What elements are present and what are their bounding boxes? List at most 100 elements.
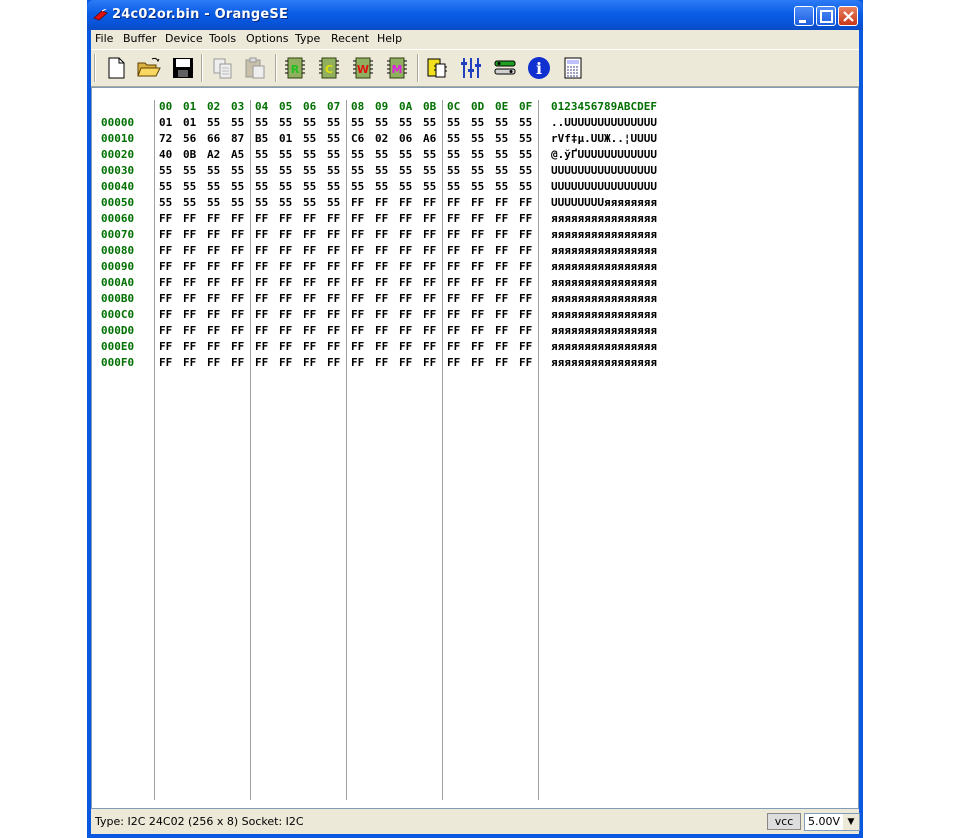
hex-byte-cell[interactable]: FF xyxy=(303,244,316,257)
hex-byte-cell[interactable]: FF xyxy=(255,292,268,305)
hex-byte-cell[interactable]: FF xyxy=(183,292,196,305)
hex-byte-cell[interactable]: 06 xyxy=(399,132,412,145)
hex-byte-cell[interactable]: FF xyxy=(255,276,268,289)
hex-byte-cell[interactable]: 55 xyxy=(159,196,172,209)
hex-byte-cell[interactable]: 55 xyxy=(207,196,220,209)
hex-byte-cell[interactable]: B5 xyxy=(255,132,268,145)
hex-byte-cell[interactable]: FF xyxy=(159,340,172,353)
hex-byte-cell[interactable]: FF xyxy=(423,196,436,209)
chevron-down-icon[interactable]: ▼ xyxy=(843,814,859,830)
hex-byte-cell[interactable]: FF xyxy=(519,308,532,321)
hex-byte-cell[interactable]: 01 xyxy=(183,116,196,129)
hex-byte-cell[interactable]: 55 xyxy=(399,116,412,129)
hex-byte-cell[interactable]: 55 xyxy=(207,164,220,177)
menu-device[interactable]: Device xyxy=(165,32,203,45)
hex-byte-cell[interactable]: 55 xyxy=(375,116,388,129)
hex-byte-cell[interactable]: FF xyxy=(159,308,172,321)
hex-byte-cell[interactable]: 55 xyxy=(327,164,340,177)
hex-byte-cell[interactable]: FF xyxy=(183,212,196,225)
hex-byte-cell[interactable]: FF xyxy=(351,308,364,321)
hex-byte-cell[interactable]: 55 xyxy=(231,196,244,209)
hex-byte-cell[interactable]: 55 xyxy=(279,148,292,161)
hex-byte-cell[interactable]: FF xyxy=(207,212,220,225)
hex-byte-cell[interactable]: FF xyxy=(471,276,484,289)
hex-byte-cell[interactable]: FF xyxy=(303,292,316,305)
hex-byte-cell[interactable]: 55 xyxy=(519,116,532,129)
hex-byte-cell[interactable]: 55 xyxy=(159,180,172,193)
hex-byte-cell[interactable]: FF xyxy=(327,212,340,225)
hex-byte-cell[interactable]: 55 xyxy=(351,164,364,177)
hex-byte-cell[interactable]: FF xyxy=(303,324,316,337)
hex-byte-cell[interactable]: FF xyxy=(519,244,532,257)
hex-byte-cell[interactable]: FF xyxy=(303,228,316,241)
hex-byte-cell[interactable]: 55 xyxy=(471,180,484,193)
hex-byte-cell[interactable]: FF xyxy=(255,356,268,369)
hex-byte-cell[interactable]: FF xyxy=(231,308,244,321)
hex-byte-cell[interactable]: FF xyxy=(183,276,196,289)
hex-byte-cell[interactable]: 55 xyxy=(351,148,364,161)
hex-byte-cell[interactable]: 55 xyxy=(279,180,292,193)
hex-byte-cell[interactable]: FF xyxy=(231,228,244,241)
hex-byte-cell[interactable]: 56 xyxy=(183,132,196,145)
hex-byte-cell[interactable]: FF xyxy=(519,276,532,289)
hex-byte-cell[interactable]: FF xyxy=(327,244,340,257)
ascii-cell[interactable]: яяяяяяяяяяяяяяяя xyxy=(551,260,657,273)
hex-byte-cell[interactable]: FF xyxy=(207,276,220,289)
hex-byte-cell[interactable]: FF xyxy=(519,260,532,273)
hex-byte-cell[interactable]: FF xyxy=(255,228,268,241)
hex-byte-cell[interactable]: FF xyxy=(183,244,196,257)
hex-byte-cell[interactable]: FF xyxy=(207,308,220,321)
hex-byte-cell[interactable]: FF xyxy=(231,260,244,273)
hex-byte-cell[interactable]: FF xyxy=(255,212,268,225)
hex-byte-cell[interactable]: FF xyxy=(519,196,532,209)
hex-byte-cell[interactable]: FF xyxy=(183,356,196,369)
hex-byte-cell[interactable]: 55 xyxy=(495,180,508,193)
hex-byte-cell[interactable]: FF xyxy=(447,212,460,225)
hex-byte-cell[interactable]: 55 xyxy=(303,196,316,209)
ascii-cell[interactable]: ..UUUUUUUUUUUUUU xyxy=(551,116,657,129)
hex-byte-cell[interactable]: FF xyxy=(447,308,460,321)
menu-tools[interactable]: Tools xyxy=(209,32,236,45)
hex-byte-cell[interactable]: FF xyxy=(399,340,412,353)
hex-byte-cell[interactable]: FF xyxy=(231,324,244,337)
ascii-cell[interactable]: UUUUUUUUяяяяяяяя xyxy=(551,196,657,209)
hex-byte-cell[interactable]: 66 xyxy=(207,132,220,145)
hex-byte-cell[interactable]: 72 xyxy=(159,132,172,145)
hex-byte-cell[interactable]: FF xyxy=(351,324,364,337)
hex-byte-cell[interactable]: FF xyxy=(279,340,292,353)
hex-byte-cell[interactable]: 55 xyxy=(303,180,316,193)
hex-byte-cell[interactable]: FF xyxy=(303,356,316,369)
hex-byte-cell[interactable]: FF xyxy=(231,292,244,305)
check-chip-icon[interactable]: C xyxy=(317,56,341,80)
write-chip-icon[interactable]: W xyxy=(351,56,375,80)
ascii-cell[interactable]: UUUUUUUUUUUUUUUU xyxy=(551,180,657,193)
hex-byte-cell[interactable]: 55 xyxy=(495,132,508,145)
hex-byte-cell[interactable]: FF xyxy=(495,244,508,257)
maximize-button[interactable] xyxy=(816,6,836,26)
hex-byte-cell[interactable]: FF xyxy=(327,356,340,369)
hex-byte-cell[interactable]: FF xyxy=(255,244,268,257)
hex-byte-cell[interactable]: FF xyxy=(231,356,244,369)
copy-icon[interactable] xyxy=(211,56,235,80)
hex-byte-cell[interactable]: FF xyxy=(399,276,412,289)
hex-byte-cell[interactable]: 55 xyxy=(231,180,244,193)
hex-byte-cell[interactable]: 55 xyxy=(351,180,364,193)
hex-byte-cell[interactable]: FF xyxy=(279,276,292,289)
hex-byte-cell[interactable]: 55 xyxy=(255,196,268,209)
hex-byte-cell[interactable]: FF xyxy=(183,228,196,241)
hex-byte-cell[interactable]: FF xyxy=(495,196,508,209)
hex-byte-cell[interactable]: FF xyxy=(231,244,244,257)
hex-byte-cell[interactable]: FF xyxy=(399,292,412,305)
hex-byte-cell[interactable]: 55 xyxy=(279,116,292,129)
hex-byte-cell[interactable]: FF xyxy=(159,260,172,273)
vcc-button[interactable]: vcc xyxy=(767,813,801,830)
hex-byte-cell[interactable]: 55 xyxy=(183,180,196,193)
hex-byte-cell[interactable]: FF xyxy=(399,324,412,337)
hex-byte-cell[interactable]: FF xyxy=(279,324,292,337)
hex-byte-cell[interactable]: FF xyxy=(159,292,172,305)
hex-byte-cell[interactable]: FF xyxy=(399,356,412,369)
hex-byte-cell[interactable]: FF xyxy=(279,228,292,241)
hex-byte-cell[interactable]: FF xyxy=(495,340,508,353)
hex-byte-cell[interactable]: FF xyxy=(351,276,364,289)
hex-byte-cell[interactable]: 55 xyxy=(471,116,484,129)
